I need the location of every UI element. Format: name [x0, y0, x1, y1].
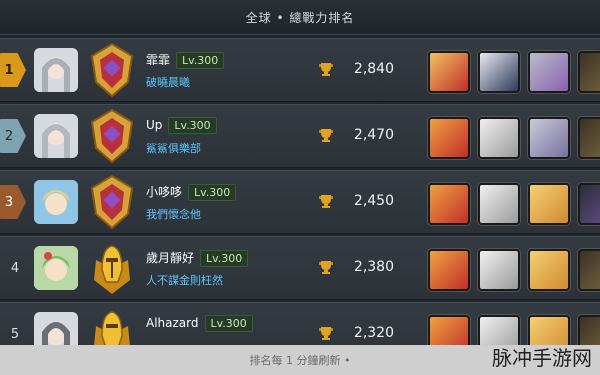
player-name: 歲月靜好 Lv.300: [146, 249, 249, 267]
level-badge: Lv.300: [200, 250, 249, 267]
hero-portrait[interactable]: [428, 117, 470, 159]
guild-name[interactable]: 鯊鯊俱樂部: [146, 140, 201, 156]
hero-portrait[interactable]: [578, 183, 600, 225]
ranking-row[interactable]: 3 小哆哆 Lv.300 我們懷念他 2,450: [0, 170, 600, 234]
watermark: 脉冲手游网: [492, 346, 592, 370]
hero-portrait[interactable]: [478, 51, 520, 93]
trophy-icon: [318, 259, 334, 275]
hero-portrait[interactable]: [428, 249, 470, 291]
player-avatar[interactable]: [34, 48, 78, 92]
ranking-row[interactable]: 2 Up Lv.300 鯊鯊俱樂部 2,470: [0, 104, 600, 168]
player-name: Up Lv.300: [146, 117, 217, 134]
power-score: 2,840: [353, 61, 394, 77]
power-score: 2,380: [353, 259, 394, 275]
trophy-icon: [318, 325, 334, 341]
hero-portrait[interactable]: [478, 249, 520, 291]
rank-badge-gold: 1: [0, 53, 26, 87]
rank-emblem-icon: [84, 174, 140, 230]
trophy-icon: [318, 61, 334, 77]
level-badge: Lv.300: [204, 315, 253, 332]
player-name: Alhazard Lv.300: [146, 315, 253, 332]
rank-badge-silver: 2: [0, 119, 26, 153]
refresh-text: 排名每 1 分鐘刷新 •: [249, 354, 351, 367]
trophy-icon: [318, 193, 334, 209]
player-name: 霏霏 Lv.300: [146, 51, 225, 69]
ranking-row[interactable]: 1 霏霏 Lv.300 破曉晨曦 2,840: [0, 38, 600, 102]
level-badge: Lv.300: [188, 184, 237, 201]
ranking-header: 全球 • 總戰力排名: [0, 0, 600, 35]
trophy-icon: [318, 127, 334, 143]
hero-portrait[interactable]: [478, 183, 520, 225]
hero-portrait[interactable]: [578, 117, 600, 159]
level-badge: Lv.300: [168, 117, 217, 134]
rank-emblem-icon: [84, 108, 140, 164]
player-name: 小哆哆 Lv.300: [146, 183, 237, 201]
level-badge: Lv.300: [176, 52, 225, 69]
player-avatar[interactable]: [34, 246, 78, 290]
rank-badge-bronze: 3: [0, 185, 26, 219]
rank-emblem-icon: [84, 240, 140, 296]
hero-team: [428, 117, 600, 159]
rank-number: 4: [10, 260, 20, 276]
hero-portrait[interactable]: [578, 51, 600, 93]
hero-portrait[interactable]: [528, 117, 570, 159]
hero-portrait[interactable]: [578, 249, 600, 291]
power-score: 2,450: [353, 193, 394, 209]
rank-emblem-icon: [84, 42, 140, 98]
power-score: 2,320: [353, 325, 394, 341]
ranking-row[interactable]: 4 歲月靜好 Lv.300 人不謀金則枉然 2,380: [0, 236, 600, 300]
power-score: 2,470: [353, 127, 394, 143]
guild-name[interactable]: 破曉晨曦: [146, 74, 190, 90]
hero-portrait[interactable]: [428, 51, 470, 93]
ranking-title: 全球 • 總戰力排名: [245, 10, 355, 25]
ranking-list[interactable]: 1 霏霏 Lv.300 破曉晨曦 2,840 2 Up Lv.300 鯊鯊俱樂部 2…: [0, 38, 600, 366]
hero-team: [428, 183, 600, 225]
hero-portrait[interactable]: [428, 183, 470, 225]
hero-team: [428, 51, 600, 93]
hero-portrait[interactable]: [528, 183, 570, 225]
guild-name[interactable]: 人不謀金則枉然: [146, 272, 223, 288]
player-avatar[interactable]: [34, 180, 78, 224]
hero-portrait[interactable]: [478, 117, 520, 159]
guild-name[interactable]: 我們懷念他: [146, 206, 201, 222]
player-avatar[interactable]: [34, 114, 78, 158]
hero-portrait[interactable]: [528, 249, 570, 291]
hero-team: [428, 249, 600, 291]
hero-portrait[interactable]: [528, 51, 570, 93]
